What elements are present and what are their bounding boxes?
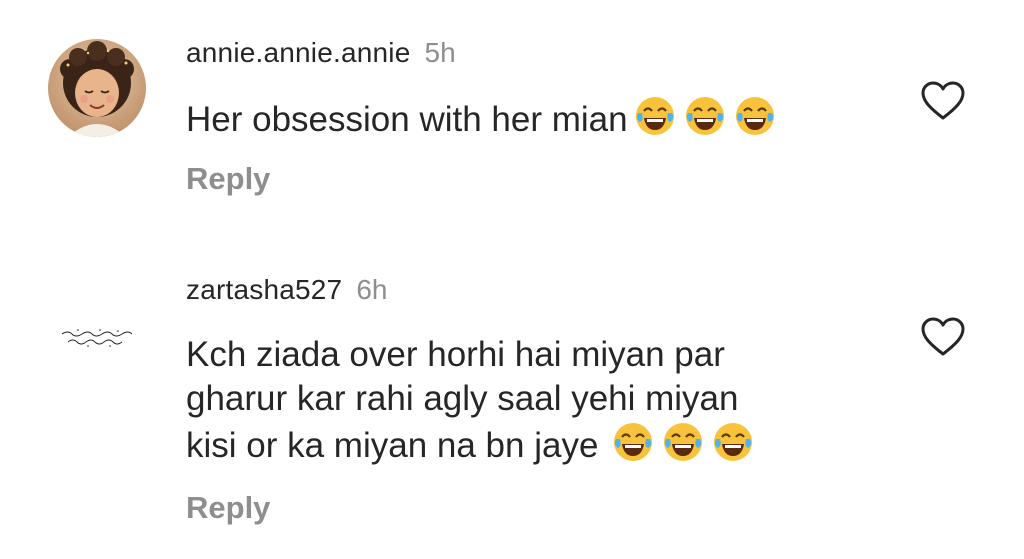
comment-text-line: Her obsession with her mian bbox=[186, 100, 628, 139]
tears-of-joy-emoji-icon bbox=[635, 97, 674, 135]
tears-of-joy-emoji-icon bbox=[614, 423, 653, 461]
reply-button[interactable]: Reply bbox=[186, 490, 270, 526]
heart-icon[interactable] bbox=[920, 80, 966, 122]
comment-text-line: Kch ziada over horhi hai miyan par bbox=[186, 335, 725, 374]
comment-text: Kch ziada over horhi hai miyan par gharu… bbox=[186, 333, 754, 468]
avatar[interactable] bbox=[48, 290, 146, 388]
calligraphy-avatar-icon bbox=[48, 290, 146, 388]
timestamp: 6h bbox=[356, 274, 388, 305]
comment-header: annie.annie.annie 5h bbox=[186, 37, 456, 69]
tears-of-joy-emoji-icon bbox=[735, 97, 774, 135]
comment-text-line: gharur kar rahi agly saal yehi miyan bbox=[186, 379, 739, 418]
username[interactable]: zartasha527 bbox=[186, 274, 342, 305]
username[interactable]: annie.annie.annie bbox=[186, 37, 411, 68]
timestamp: 5h bbox=[424, 37, 456, 68]
comment-text-line-with-emoji: kisi or ka miyan na bn jaye bbox=[186, 421, 754, 468]
comment-header: zartasha527 6h bbox=[186, 274, 387, 306]
girl-avatar-icon bbox=[48, 39, 146, 137]
tears-of-joy-emoji-icon bbox=[664, 423, 703, 461]
comment: zartasha527 6h Kch ziada over horhi hai m… bbox=[0, 270, 1024, 540]
avatar[interactable] bbox=[48, 39, 146, 137]
tears-of-joy-emoji-icon bbox=[714, 423, 753, 461]
tears-of-joy-emoji-icon bbox=[685, 97, 724, 135]
reply-button[interactable]: Reply bbox=[186, 161, 270, 197]
heart-icon[interactable] bbox=[920, 316, 966, 358]
comment-text: Her obsession with her mian bbox=[186, 95, 776, 142]
comment-text-line: kisi or ka miyan na bn jaye bbox=[186, 426, 599, 465]
comment: annie.annie.annie 5h Her obsession with h… bbox=[0, 30, 1024, 210]
